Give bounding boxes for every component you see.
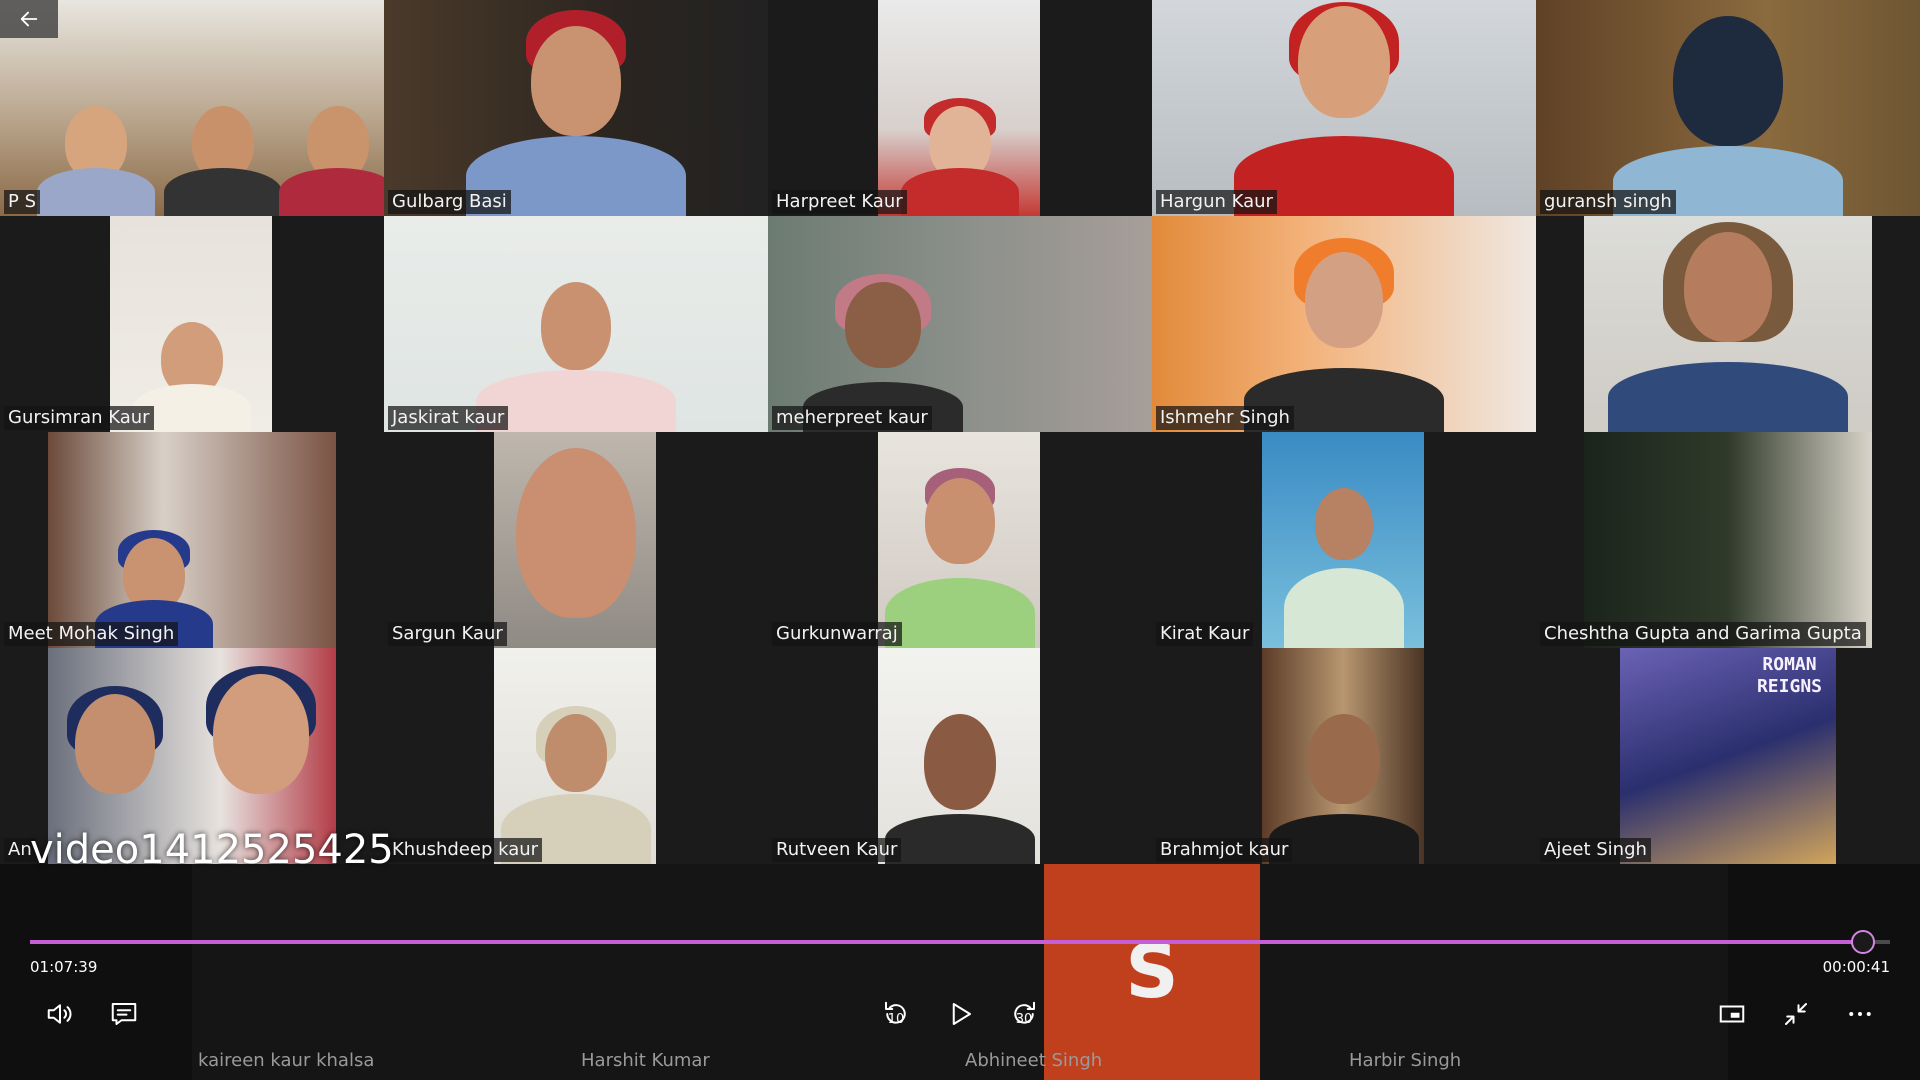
video-feed — [1584, 432, 1872, 648]
participant-name: Gurkunwarraj — [772, 622, 902, 646]
skip-back-label: 10 — [887, 1012, 905, 1027]
back-button[interactable] — [0, 0, 58, 38]
participant-name: Abhineet Singh — [965, 1050, 1103, 1071]
participant-tile: Cheshtha Gupta and Garima Gupta — [1536, 432, 1920, 648]
video-player: P S Gulbarg Basi Harpreet Kaur Hargun Ka… — [0, 0, 1920, 1080]
participant-tile: Rutveen Kaur — [768, 648, 1152, 864]
participant-tile: guransh singh — [1536, 0, 1920, 216]
participant-name: Rutveen Kaur — [772, 838, 902, 862]
participant-name: Ajeet Singh — [1540, 838, 1651, 862]
captions-icon — [111, 1003, 137, 1025]
participant-tile: Hargun Kaur — [1152, 0, 1536, 216]
person-figure — [163, 106, 282, 216]
participant-name: guransh singh — [1540, 190, 1676, 214]
participant-name: Sargun Kaur — [388, 622, 507, 646]
participant-name: Khushdeep kaur — [388, 838, 543, 862]
mini-view-icon — [1719, 1005, 1745, 1023]
participant-name: Jaskirat kaur — [388, 406, 509, 430]
person-figure — [506, 448, 646, 648]
play-icon — [952, 1003, 971, 1025]
avatar: S — [1044, 864, 1260, 1080]
participant-name: kaireen kaur khalsa — [198, 1050, 375, 1071]
mini-view-button[interactable] — [1712, 994, 1752, 1034]
person-figure — [1613, 16, 1843, 216]
bottom-video-strip — [192, 864, 1728, 1080]
person-figure — [133, 322, 251, 432]
person-figure — [278, 106, 384, 216]
participant-tile: Ishmehr Singh — [1152, 216, 1536, 432]
participant-tile: Khushdeep kaur — [384, 648, 768, 864]
volume-icon — [47, 1004, 72, 1024]
play-button[interactable] — [940, 994, 980, 1034]
person-figure — [901, 98, 1019, 216]
back-arrow-icon — [20, 11, 38, 27]
participant-name: P S — [4, 190, 41, 214]
participant-tile: Kirat Kaur — [1152, 432, 1536, 648]
participant-tile: Jaskirat kaur — [384, 216, 768, 432]
participant-name: meherpreet kaur — [772, 406, 932, 430]
person-figure — [1269, 714, 1419, 864]
participant-grid: P S Gulbarg Basi Harpreet Kaur Hargun Ka… — [0, 0, 1920, 864]
person-figure — [476, 282, 676, 432]
participant-name: Meet Mohak Singh — [4, 622, 179, 646]
poster-image: ROMAN REIGNS — [1620, 648, 1836, 864]
person-figure — [1234, 2, 1454, 216]
participant-name: Gulbarg Basi — [388, 190, 511, 214]
participant-tile: Gurkunwarraj — [768, 432, 1152, 648]
participant-name: Cheshtha Gupta and Garima Gupta — [1540, 622, 1866, 646]
participant-tile: Brahmjot kaur — [1152, 648, 1536, 864]
participant-tile: Gulbarg Basi — [384, 0, 768, 216]
participant-name: Kirat Kaur — [1156, 622, 1254, 646]
poster-text: REIGNS — [1756, 676, 1822, 697]
more-options-icon — [1849, 1012, 1871, 1016]
captions-button[interactable] — [104, 994, 144, 1034]
participant-name: Harbir Singh — [1349, 1050, 1462, 1071]
seek-bar[interactable] — [30, 930, 1890, 954]
participant-tile: Harpreet Kaur — [768, 0, 1152, 216]
more-options-button[interactable] — [1840, 994, 1880, 1034]
person-figure — [1244, 238, 1444, 432]
participant-tile: Gursimran Kaur — [0, 216, 384, 432]
participant-tile: Sargun Kaur — [384, 432, 768, 648]
participant-tile: ROMAN REIGNS Ajeet Singh — [1536, 648, 1920, 864]
person-figure — [885, 468, 1035, 648]
participant-name: Hargun Kaur — [1156, 190, 1277, 214]
seek-bar-progress — [30, 940, 1864, 944]
participant-name: Brahmjot kaur — [1156, 838, 1293, 862]
participant-tile: Meet Mohak Singh — [0, 432, 384, 648]
video-title: video1412525425 — [30, 827, 394, 873]
skip-back-button[interactable]: 10 — [876, 994, 916, 1034]
participant-tile: meherpreet kaur — [768, 216, 1152, 432]
person-figure — [37, 106, 155, 216]
elapsed-time: 01:07:39 — [30, 958, 98, 976]
person-figure — [885, 714, 1035, 864]
participant-name: Gursimran Kaur — [4, 406, 154, 430]
skip-forward-button[interactable]: 30 — [1004, 994, 1044, 1034]
participant-name: Ishmehr Singh — [1156, 406, 1294, 430]
seek-bar-thumb[interactable] — [1851, 930, 1876, 954]
volume-button[interactable] — [40, 994, 80, 1034]
person-figure — [1608, 222, 1848, 432]
participant-name: Harpreet Kaur — [772, 190, 907, 214]
exit-fullscreen-icon — [1785, 1003, 1807, 1025]
exit-fullscreen-button[interactable] — [1776, 994, 1816, 1034]
skip-forward-label: 30 — [1015, 1012, 1033, 1027]
participant-name: Harshit Kumar — [581, 1050, 710, 1071]
person-figure — [1284, 488, 1404, 648]
poster-text: ROMAN — [1762, 654, 1817, 675]
remaining-time: 00:00:41 — [1822, 958, 1890, 976]
participant-tile — [1536, 216, 1920, 432]
person-figure — [466, 10, 686, 216]
bottom-row — [0, 864, 1920, 1080]
